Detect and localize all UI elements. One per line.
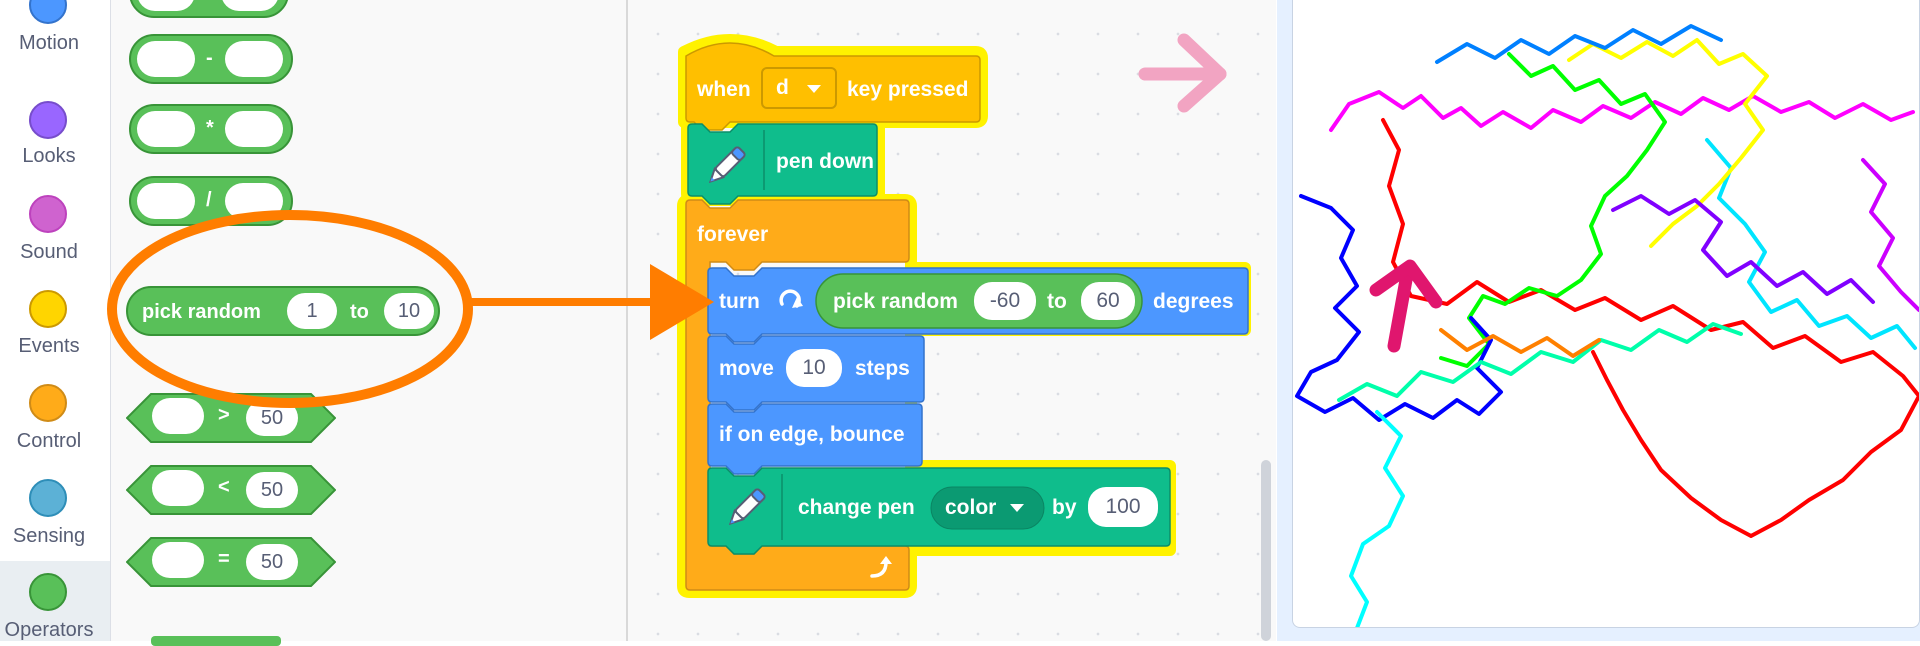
- dropdown-caret-icon: [1010, 504, 1024, 512]
- to-label: to: [1047, 290, 1067, 313]
- rotate-right-icon: [779, 289, 803, 308]
- steps-label: steps: [855, 357, 910, 380]
- hat-when-label: when: [697, 78, 751, 101]
- pen-drawing: [1295, 24, 1919, 627]
- change-amount-input[interactable]: 100: [1088, 487, 1158, 527]
- pen-icon: [728, 488, 766, 526]
- forever-label: forever: [697, 223, 769, 246]
- color-dropdown-value[interactable]: color: [945, 496, 996, 520]
- key-dropdown[interactable]: d: [761, 67, 837, 109]
- pen-down-label: pen down: [776, 150, 874, 173]
- change-pen-label: change pen: [798, 496, 915, 519]
- pen-icon: [708, 146, 746, 184]
- hat-suffix-label: key pressed: [847, 78, 969, 101]
- degrees-label: degrees: [1153, 290, 1234, 313]
- dropdown-caret-icon: [807, 85, 821, 93]
- bounce-label: if on edge, bounce: [719, 423, 905, 446]
- move-steps-input[interactable]: 10: [786, 349, 842, 387]
- turn-label: turn: [719, 290, 760, 313]
- loop-arrow-icon: [870, 556, 892, 578]
- pick-random-label: pick random: [833, 290, 958, 313]
- script-area-scrollbar[interactable]: [1261, 460, 1271, 641]
- move-label: move: [719, 357, 774, 380]
- by-label: by: [1052, 496, 1077, 519]
- key-value: d: [776, 76, 789, 99]
- random-to-input[interactable]: 60: [1081, 282, 1135, 320]
- random-from-input[interactable]: -60: [974, 282, 1036, 320]
- stage-canvas[interactable]: [1292, 0, 1920, 628]
